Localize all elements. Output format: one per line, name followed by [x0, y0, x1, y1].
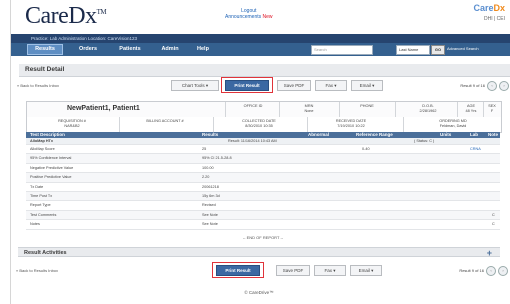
result-detail-header: Result Detail: [19, 64, 510, 77]
group-status: ( Status: C ): [414, 139, 435, 143]
fax-button-bottom[interactable]: Fax ▾: [314, 265, 346, 276]
brand-logo: CareDx: [473, 3, 505, 13]
chart-tools-button[interactable]: Chart Tools ▾: [171, 80, 219, 91]
table-row: Positive Predictive Value 2.20: [26, 173, 500, 183]
table-row: Time Post Tx 15y 6m 3d: [26, 191, 500, 202]
result-cell: See Note: [202, 222, 218, 227]
group-row: AlloMap HTx Result: 11/16/2014 10:43 AM …: [26, 138, 500, 145]
result-cell: 15y 6m 3d: [202, 193, 220, 198]
email-button-bottom[interactable]: Email ▾: [350, 265, 382, 276]
result-activities-title: Result Activities: [24, 250, 67, 256]
tab-help[interactable]: Help: [191, 45, 215, 54]
note-cell: C: [492, 212, 495, 217]
age-value: 48 Yrs: [465, 109, 477, 113]
lab-results-table: AlloMap HTx Result: 11/16/2014 10:43 AM …: [26, 138, 500, 230]
app-header: CareDxTM Logout Announcements New CareDx…: [11, 0, 510, 34]
test-description-cell: Time Post Tx: [30, 193, 53, 198]
group-result-date: Result: 11/16/2014 10:43 AM: [228, 139, 277, 143]
result-cell: 25: [202, 147, 207, 151]
advanced-search-link[interactable]: Advanced Search: [447, 46, 479, 51]
table-row: Test Comments See Note C: [26, 210, 500, 221]
next-result-icon-bottom[interactable]: ›: [498, 266, 508, 276]
top-toolbar: « Back to Results Inbox Chart Tools ▾ Pr…: [11, 77, 510, 93]
main-nav: Results Orders Patients Admin Help Searc…: [11, 43, 510, 56]
dob-value: 2/28/1962: [419, 109, 437, 113]
table-row: Negative Predictive Value 100.00: [26, 164, 500, 174]
mrn-value: None: [304, 109, 314, 113]
test-description-cell: Notes: [30, 222, 40, 227]
result-activities-header: Result Activities +: [18, 247, 500, 258]
note-cell: C: [492, 222, 495, 227]
logo-tm: TM: [96, 8, 107, 16]
test-description-cell: 95% Confidence Interval: [30, 156, 72, 161]
tab-patients[interactable]: Patients: [113, 45, 147, 54]
table-row: AlloMap Score 25 0-40 CRNA: [26, 145, 500, 155]
announcements-new-badge: New: [262, 14, 273, 20]
test-description-cell: Report Type: [30, 203, 51, 208]
test-description-cell: Positive Predictive Value: [30, 175, 72, 180]
collected-date-value: 8/30/2010 10:35: [245, 124, 273, 128]
result-cell: 100.00: [202, 165, 214, 170]
save-pdf-button-bottom[interactable]: Save PDF: [276, 265, 310, 276]
brand-care: Care: [473, 3, 494, 13]
logo: CareDxTM: [25, 3, 107, 30]
logo-text: CareDx: [25, 3, 97, 29]
tab-admin[interactable]: Admin: [157, 45, 183, 54]
fax-button[interactable]: Fax ▾: [315, 80, 347, 91]
back-to-inbox-link-bottom[interactable]: « Back to Results Inbox: [16, 268, 58, 273]
reference-range-cell: 0-40: [362, 147, 370, 151]
logout-area: Logout Announcements New: [225, 8, 273, 20]
brand-dx: Dx: [493, 3, 505, 13]
prev-result-icon[interactable]: ‹: [487, 81, 497, 91]
table-row: 95% Confidence Interval 95% CI 21.5-28.8: [26, 154, 500, 164]
add-activity-icon[interactable]: +: [487, 248, 492, 258]
table-row: Report Type Revised: [26, 201, 500, 211]
result-counter-bottom: Result 9 of 16: [459, 268, 484, 273]
requisition-value: NAR&B2: [64, 124, 80, 128]
practice-bar: Practice: Lab Administration Location: C…: [11, 34, 510, 43]
search-type-select[interactable]: Last Name: [396, 45, 430, 55]
email-button[interactable]: Email ▾: [351, 80, 383, 91]
save-pdf-button[interactable]: Save PDF: [277, 80, 311, 91]
test-description-cell: Tx Date: [30, 184, 44, 189]
footer-copyright: © CareDrive™: [244, 290, 274, 295]
brand-subtitle: DHI | CEI: [483, 16, 505, 22]
group-name: AlloMap HTx: [30, 139, 53, 143]
phone-label: PHONE: [360, 104, 374, 108]
tab-orders[interactable]: Orders: [73, 45, 103, 54]
bottom-toolbar: « Back to Results Inbox Print Result Sav…: [10, 262, 510, 278]
test-description-cell: Test Comments: [30, 212, 57, 217]
office-id-label: OFFICE ID: [243, 104, 263, 108]
received-date-value: 7/19/2010 10:22: [337, 124, 365, 128]
lab-cell[interactable]: CRNA: [470, 145, 481, 153]
result-cell: 20061218: [202, 184, 219, 189]
result-cell: 95% CI 21.5-28.8: [202, 156, 232, 161]
patient-name: NewPatient1, Patient1: [67, 105, 140, 112]
billing-account-label: BILLING ACCOUNT #: [146, 119, 184, 123]
tab-results[interactable]: Results: [27, 44, 63, 55]
test-description-cell: Negative Predictive Value: [30, 165, 74, 170]
table-row: Tx Date 20061218: [26, 183, 500, 192]
back-to-inbox-link[interactable]: « Back to Results Inbox: [17, 83, 59, 88]
next-result-icon[interactable]: ›: [499, 81, 509, 91]
print-result-button-bottom[interactable]: Print Result: [216, 265, 260, 276]
end-of-report: -- END OF REPORT --: [242, 235, 284, 240]
announcements-link[interactable]: Announcements: [225, 14, 261, 20]
search-input[interactable]: Search: [311, 45, 373, 55]
prev-result-icon-bottom[interactable]: ‹: [486, 266, 496, 276]
result-cell: See Note: [202, 212, 218, 217]
result-cell: 2.20: [202, 175, 210, 180]
table-row: Notes See Note C: [26, 220, 500, 230]
result-counter: Result 9 of 16: [460, 83, 485, 88]
print-result-button[interactable]: Print Result: [225, 80, 269, 91]
ordering-md-value: Feldman, David: [439, 124, 467, 128]
requisition-row: REQUISITION # NAR&B2 BILLING ACCOUNT # CO…: [26, 117, 502, 133]
sex-value: F: [490, 109, 494, 113]
test-description-cell: AlloMap Score: [30, 147, 55, 151]
result-cell: Revised: [202, 203, 216, 208]
go-button[interactable]: GO: [431, 45, 445, 55]
